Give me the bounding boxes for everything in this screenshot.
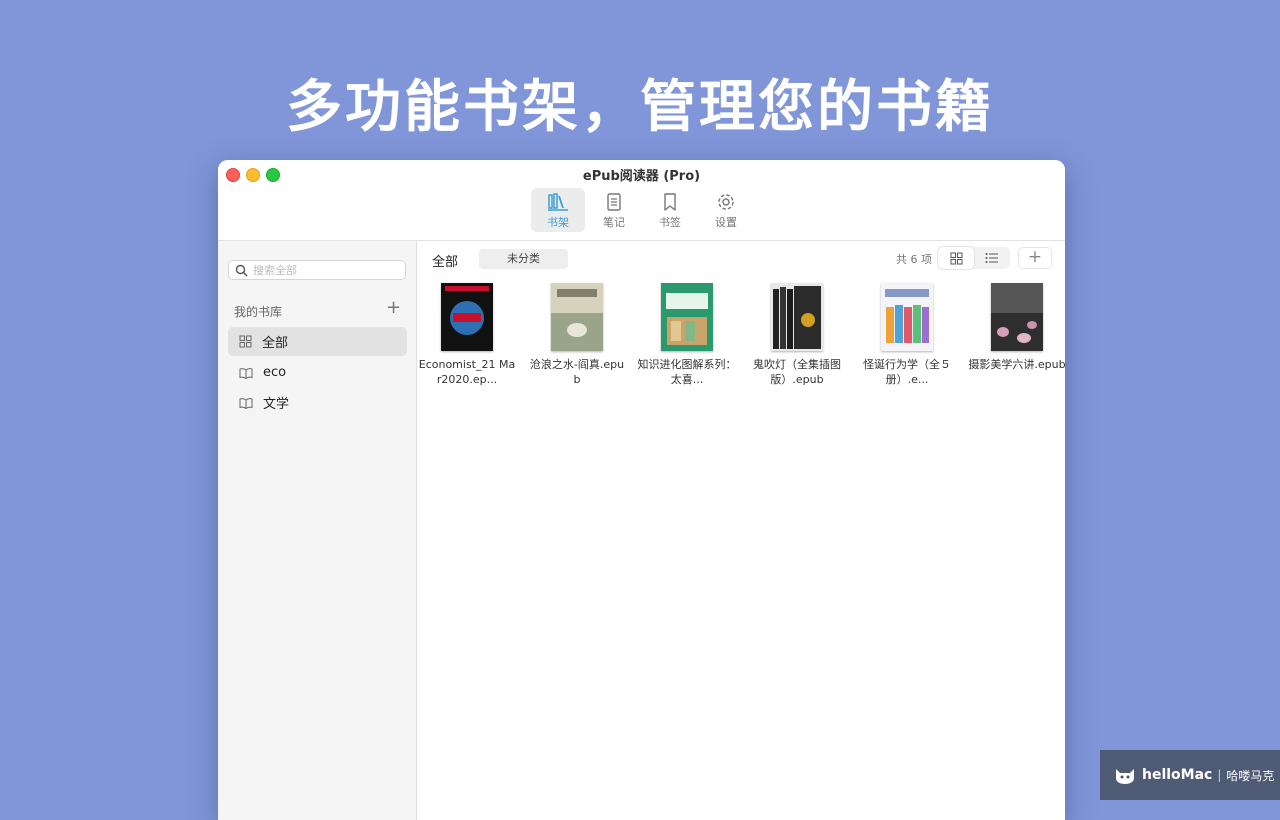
tab-bookmarks-label: 书签 bbox=[659, 216, 681, 229]
bookshelf-icon bbox=[548, 193, 568, 211]
search-input[interactable] bbox=[253, 262, 401, 278]
book-cover bbox=[441, 283, 493, 351]
book-icon bbox=[239, 367, 253, 379]
tab-notes-label: 笔记 bbox=[603, 216, 625, 229]
list-view-button[interactable] bbox=[974, 247, 1010, 269]
watermark-separator: | bbox=[1217, 768, 1222, 782]
add-book-button[interactable]: + bbox=[1018, 247, 1052, 269]
sidebar-item-all[interactable]: 全部 bbox=[228, 327, 407, 356]
book-title: 沧浪之水-阎真.epub bbox=[529, 358, 625, 386]
book-item[interactable]: 知识进化图解系列：太喜... bbox=[637, 283, 737, 387]
sidebar: 我的书库 + 全部 eco 文学 bbox=[218, 241, 417, 820]
library-title: 我的书库 bbox=[234, 305, 283, 319]
book-item[interactable]: 怪诞行为学（全５册）.e... bbox=[857, 283, 957, 387]
book-item[interactable]: Economist_21 Mar2020.ep... bbox=[417, 283, 517, 387]
search-field[interactable] bbox=[228, 260, 406, 280]
search-icon bbox=[235, 264, 248, 277]
headline: 多功能书架，管理您的书籍 bbox=[286, 75, 994, 140]
app-window: ePub阅读器 (Pro) 书架 笔记 书签 设置 搜索全部 我的书库 + 全部… bbox=[218, 160, 1065, 820]
sidebar-item-label: eco bbox=[263, 365, 287, 380]
book-title: 怪诞行为学（全５册）.e... bbox=[863, 358, 951, 386]
book-item[interactable]: 摄影美学六讲.epub bbox=[967, 283, 1065, 372]
sidebar-item-literature[interactable]: 文学 bbox=[228, 388, 407, 417]
watermark: helloMac | 哈喽马克 bbox=[1100, 750, 1280, 800]
book-icon bbox=[239, 397, 253, 409]
sidebar-item-label: 文学 bbox=[263, 397, 290, 412]
bookmark-icon bbox=[664, 193, 676, 211]
tab-settings-label: 设置 bbox=[715, 216, 737, 229]
book-item[interactable]: 鬼吹灯（全集插图版）.epub bbox=[747, 283, 847, 387]
tab-notes[interactable]: 笔记 bbox=[587, 188, 641, 232]
titlebar: ePub阅读器 (Pro) 书架 笔记 书签 设置 bbox=[218, 160, 1065, 241]
sidebar-item-eco[interactable]: eco bbox=[228, 358, 407, 387]
notes-icon bbox=[607, 193, 621, 211]
tab-bookshelf-label: 书架 bbox=[547, 216, 569, 229]
gear-icon bbox=[718, 194, 734, 210]
grid-view-button[interactable] bbox=[938, 247, 974, 269]
book-title: 摄影美学六讲.epub bbox=[968, 358, 1065, 371]
window-title: ePub阅读器 (Pro) bbox=[582, 169, 701, 184]
filter-all[interactable]: 全部 bbox=[432, 251, 458, 270]
book-cover bbox=[771, 283, 823, 351]
view-toggle bbox=[938, 247, 1010, 269]
add-library-button[interactable]: + bbox=[386, 299, 401, 317]
cat-logo-icon bbox=[1116, 769, 1134, 784]
tab-bookshelf[interactable]: 书架 bbox=[531, 188, 585, 232]
grid-icon bbox=[950, 252, 962, 264]
filter-uncategorized[interactable]: 未分类 bbox=[479, 249, 568, 269]
book-cover bbox=[661, 283, 713, 351]
sidebar-item-label: 全部 bbox=[262, 336, 289, 351]
book-title: 知识进化图解系列：太喜... bbox=[637, 358, 737, 386]
item-count: 共 6 项 bbox=[896, 253, 932, 266]
list-icon bbox=[985, 253, 998, 263]
book-cover bbox=[551, 283, 603, 351]
watermark-brand: helloMac bbox=[1142, 767, 1213, 783]
book-cover bbox=[881, 283, 933, 351]
main-panel: 全部 未分类 共 6 项 + Economist_21 Mar2020.ep..… bbox=[417, 241, 1065, 820]
book-cover bbox=[991, 283, 1043, 351]
book-title: 鬼吹灯（全集插图版）.epub bbox=[753, 358, 841, 386]
book-item[interactable]: 沧浪之水-阎真.epub bbox=[527, 283, 627, 387]
grid-icon bbox=[239, 335, 252, 348]
book-title: Economist_21 Mar2020.ep... bbox=[418, 358, 516, 386]
watermark-cn: 哈喽马克 bbox=[1226, 768, 1275, 783]
tab-settings[interactable]: 设置 bbox=[699, 188, 753, 232]
tab-bookmarks[interactable]: 书签 bbox=[643, 188, 697, 232]
